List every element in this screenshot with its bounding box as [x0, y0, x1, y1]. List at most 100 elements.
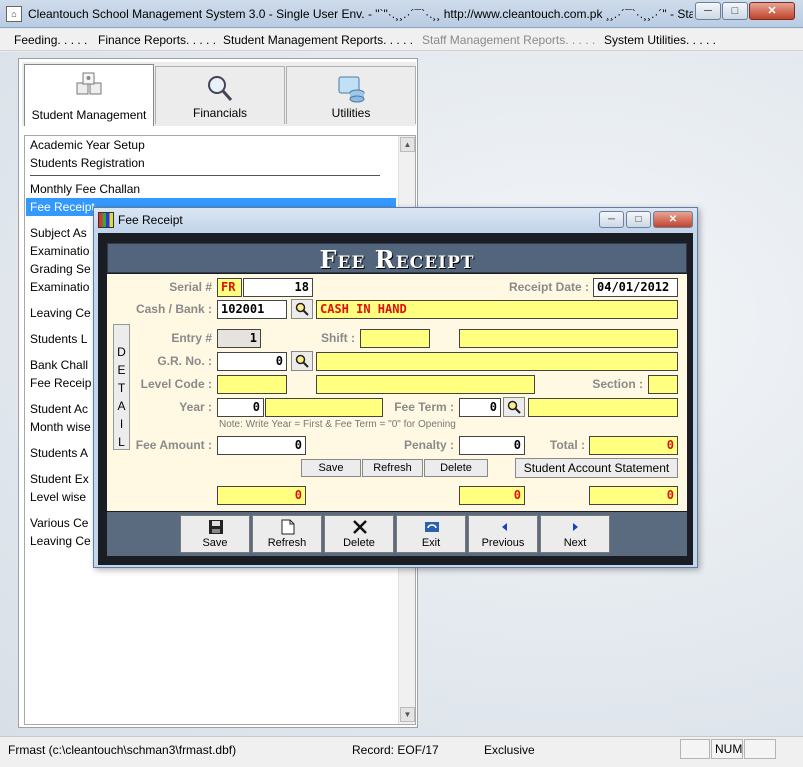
detail-letter: I — [119, 417, 124, 431]
summary-fee-field: 0 — [217, 486, 306, 505]
delete-label: Delete — [343, 537, 375, 549]
refresh-button[interactable]: Refresh — [252, 515, 322, 553]
list-item[interactable]: Students L — [30, 330, 87, 348]
utilities-icon — [338, 76, 365, 103]
receipt-date-field[interactable]: 04/01/2012 — [593, 278, 678, 297]
list-item[interactable]: Leaving Ce — [30, 532, 91, 550]
search-icon — [507, 400, 521, 414]
gr-no-field[interactable]: 0 — [217, 352, 287, 371]
detail-delete-button[interactable]: Delete — [424, 459, 488, 477]
detail-refresh-button[interactable]: Refresh — [362, 459, 423, 477]
list-item[interactable]: Grading Se — [30, 260, 91, 278]
window-title: Cleantouch School Management System 3.0 … — [28, 7, 693, 21]
list-item[interactable]: Student Ac — [30, 400, 88, 418]
gr-no-search-button[interactable] — [291, 351, 313, 371]
exit-label: Exit — [421, 537, 441, 549]
list-item[interactable]: Subject As — [30, 224, 87, 242]
tab-financials-label: Financials — [192, 106, 248, 120]
list-item[interactable]: Student Ex — [30, 470, 89, 488]
list-item[interactable]: Examinatio — [30, 242, 89, 260]
list-item[interactable]: Leaving Ce — [30, 304, 91, 322]
menu-system-utilities[interactable]: System Utilities. . . . . — [604, 33, 716, 47]
fee-term-name-field[interactable] — [528, 398, 678, 417]
action-toolbar: Save Refresh Delete Exit Previous Next — [107, 512, 687, 556]
cash-bank-label: Cash / Bank : — [135, 302, 212, 316]
save-label: Save — [202, 537, 228, 549]
delete-button[interactable]: Delete — [324, 515, 394, 553]
list-item[interactable]: Monthly Fee Challan — [30, 180, 140, 198]
menu-student-management-reports[interactable]: Student Management Reports. . . . . — [223, 33, 413, 47]
student-name-field[interactable] — [316, 352, 678, 371]
previous-button[interactable]: Previous — [468, 515, 538, 553]
list-item[interactable]: Month wise — [30, 418, 91, 436]
tab-bar: Student Management Financials Utilities — [22, 62, 416, 126]
minimize-button[interactable]: ─ — [695, 2, 721, 20]
save-icon — [209, 520, 223, 534]
exit-icon — [425, 522, 439, 532]
cash-bank-code-field[interactable]: 102001 — [217, 300, 287, 319]
fee-amount-label: Fee Amount : — [135, 438, 212, 452]
section-label: Section : — [592, 377, 643, 391]
menu-finance-reports[interactable]: Finance Reports. . . . . — [98, 33, 216, 47]
serial-prefix-field[interactable]: FR — [217, 278, 242, 297]
student-account-statement-button[interactable]: Student Account Statement — [515, 458, 678, 478]
list-item[interactable]: Academic Year Setup — [30, 136, 145, 154]
exit-button[interactable]: Exit — [396, 515, 466, 553]
list-item[interactable]: Students A — [30, 444, 88, 462]
shift-field[interactable] — [360, 329, 430, 348]
close-button[interactable]: ✕ — [749, 2, 795, 20]
menu-staff-management-reports: Staff Management Reports. . . . . — [422, 33, 596, 47]
child-close-button[interactable]: ✕ — [653, 211, 693, 228]
detail-save-button[interactable]: Save — [301, 459, 361, 477]
section-field[interactable] — [648, 375, 678, 394]
total-label: Total : — [549, 438, 585, 452]
next-button[interactable]: Next — [540, 515, 610, 553]
list-divider — [30, 175, 380, 176]
list-item[interactable]: Fee Receip — [30, 374, 91, 392]
scroll-down-icon[interactable]: ▼ — [400, 707, 415, 722]
level-code-field[interactable] — [217, 375, 287, 394]
search-icon — [295, 302, 309, 316]
app-icon: ⌂ — [6, 6, 22, 22]
child-minimize-button[interactable]: ─ — [599, 211, 624, 228]
status-num: NUM — [711, 739, 743, 759]
cash-bank-name-field[interactable]: CASH IN HAND — [316, 300, 678, 319]
fee-receipt-window-icon — [98, 212, 114, 228]
list-item[interactable]: Bank Chall — [30, 356, 88, 374]
tab-utilities[interactable]: Utilities — [286, 66, 416, 124]
fee-receipt-form: Serial # FR 18 Receipt Date : 04/01/2012… — [107, 274, 687, 511]
penalty-field[interactable]: 0 — [459, 436, 525, 455]
fee-term-field[interactable]: 0 — [459, 398, 501, 417]
tab-financials[interactable]: Financials — [155, 66, 285, 124]
status-panel-caps — [680, 739, 710, 759]
year-name-field[interactable] — [265, 398, 383, 417]
year-field[interactable]: 0 — [217, 398, 264, 417]
summary-total-field: 0 — [589, 486, 678, 505]
detail-letter: D — [117, 345, 126, 359]
child-maximize-button[interactable]: □ — [626, 211, 651, 228]
summary-penalty-field: 0 — [459, 486, 525, 505]
cash-bank-search-button[interactable] — [291, 299, 313, 319]
tab-student-management[interactable]: Student Management — [24, 64, 154, 126]
fee-amount-field[interactable]: 0 — [217, 436, 306, 455]
shift-name-field[interactable] — [459, 329, 678, 348]
list-item[interactable]: Examinatio — [30, 278, 89, 296]
serial-number-field[interactable]: 18 — [243, 278, 313, 297]
scroll-up-icon[interactable]: ▲ — [400, 137, 415, 152]
list-item[interactable]: Students Registration — [30, 154, 145, 172]
fee-term-search-button[interactable] — [503, 397, 525, 417]
entry-field: 1 — [217, 329, 261, 348]
refresh-icon — [281, 519, 295, 535]
fee-term-label: Fee Term : — [394, 400, 454, 414]
save-button[interactable]: Save — [180, 515, 250, 553]
refresh-label: Refresh — [267, 537, 307, 549]
shift-label: Shift : — [321, 331, 355, 345]
list-item[interactable]: Various Ce — [30, 514, 88, 532]
status-mode: Exclusive — [484, 743, 535, 757]
maximize-button[interactable]: □ — [722, 2, 748, 20]
status-path: Frmast (c:\cleantouch\schman3\frmast.dbf… — [8, 743, 237, 757]
list-item[interactable]: Level wise — [30, 488, 86, 506]
search-icon — [295, 354, 309, 368]
level-name-field[interactable] — [316, 375, 535, 394]
menu-feeding[interactable]: Feeding. . . . . — [14, 33, 87, 47]
